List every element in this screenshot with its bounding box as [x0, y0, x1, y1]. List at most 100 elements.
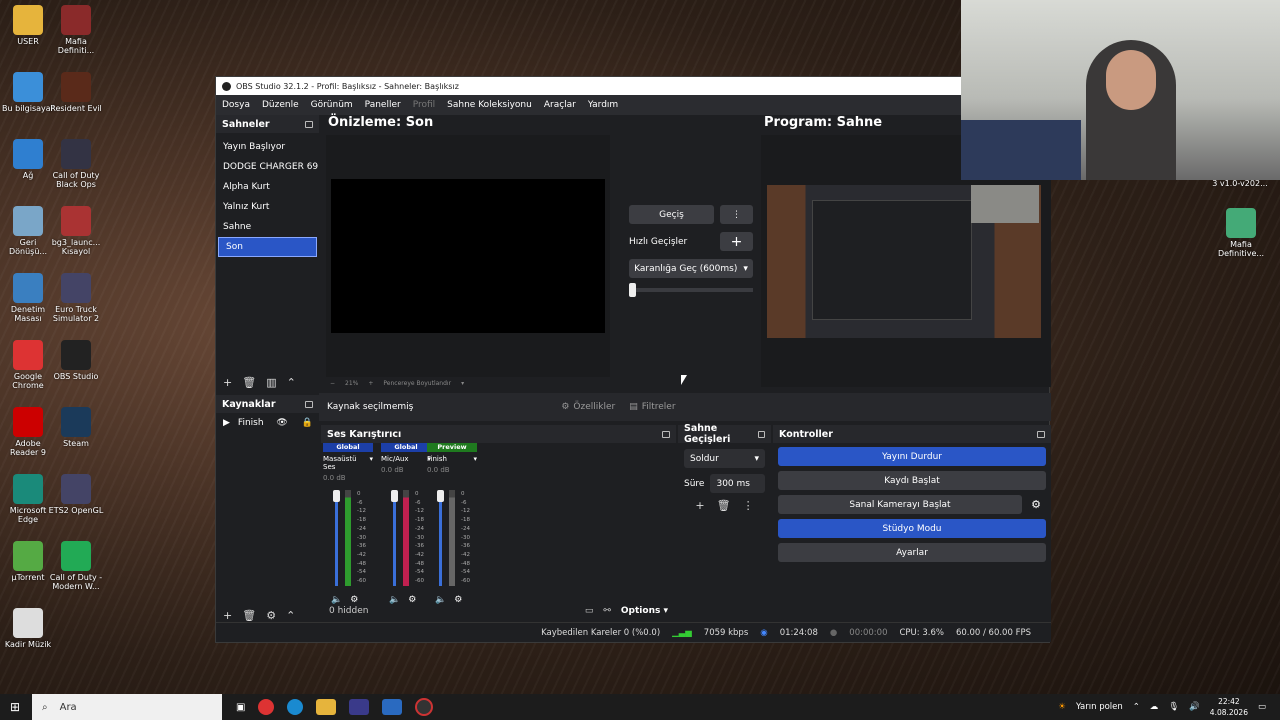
undock-icon[interactable]: [757, 430, 765, 438]
undock-icon[interactable]: [662, 430, 670, 438]
options-button[interactable]: Options ▾: [621, 606, 668, 616]
scene-item[interactable]: Alpha Kurt: [216, 177, 319, 197]
clock[interactable]: 22:42 4.08.2026: [1210, 696, 1248, 718]
trash-icon[interactable]: 🗑: [717, 499, 731, 512]
stop-streaming-button[interactable]: Yayını Durdur: [778, 447, 1046, 466]
scene-item[interactable]: Sahne: [216, 217, 319, 237]
start-recording-button[interactable]: Kaydı Başlat: [778, 471, 1046, 490]
mic-icon[interactable]: 🎙: [1168, 702, 1179, 712]
desktop-icon[interactable]: Kadir Müzik: [0, 608, 56, 649]
undock-icon[interactable]: [305, 120, 313, 128]
filter-icon[interactable]: ▥: [266, 376, 276, 389]
chevron-up-icon[interactable]: ⌃: [1133, 702, 1140, 712]
fader-handle[interactable]: [333, 490, 340, 502]
menu-edit[interactable]: Düzenle: [262, 100, 299, 110]
menu-tools[interactable]: Araçlar: [544, 100, 576, 110]
zoom-mode[interactable]: Pencereye Boyutlandır: [383, 380, 451, 387]
add-icon[interactable]: +: [223, 609, 232, 622]
desktop-icon[interactable]: Steam: [48, 407, 104, 448]
fader-handle[interactable]: [391, 490, 398, 502]
chevron-down-icon[interactable]: ▾: [473, 455, 477, 463]
chevron-down-icon[interactable]: ▾: [461, 380, 464, 387]
meter-scale: 0 -6 -12 -18 -24 -30 -36 -42 -48 -54 -60: [357, 490, 366, 586]
settings-button[interactable]: Ayarlar: [778, 543, 1046, 562]
transition-slider[interactable]: [629, 283, 753, 297]
chevron-down-icon[interactable]: ▾: [369, 455, 373, 471]
channel-name-row[interactable]: Mic/Aux ▾: [381, 455, 431, 463]
transition-type-select[interactable]: Soldur ▾: [684, 449, 765, 468]
obs-taskbar-icon[interactable]: [415, 698, 434, 716]
link-icon[interactable]: ⚯: [603, 606, 611, 616]
scene-transitions-dock: Sahne Geçişleri Soldur ▾ Süre 300 ms + 🗑 …: [678, 423, 771, 624]
menu-view[interactable]: Görünüm: [311, 100, 353, 110]
fade-transition-select[interactable]: Karanlığa Geç (600ms) ▾: [629, 259, 753, 278]
notification-icon[interactable]: ▭: [1258, 702, 1266, 712]
desktop-icon[interactable]: Resident Evil: [48, 72, 104, 113]
desktop-icon[interactable]: OBS Studio: [48, 340, 104, 381]
zoom-out-icon[interactable]: −: [330, 380, 335, 387]
source-item[interactable]: ▶ Finish 👁 🔒: [216, 413, 319, 433]
volume-fader[interactable]: [335, 490, 338, 586]
weather-text[interactable]: Yarın polen: [1076, 702, 1123, 712]
zoom-in-icon[interactable]: +: [368, 380, 373, 387]
volume-fader[interactable]: [393, 490, 396, 586]
add-icon[interactable]: +: [223, 376, 232, 389]
slider-handle[interactable]: [629, 283, 636, 297]
undock-icon[interactable]: [305, 400, 313, 408]
add-icon[interactable]: +: [720, 232, 753, 251]
channel-name-row[interactable]: Finish ▾: [427, 455, 477, 463]
network-icon[interactable]: ☁: [1150, 702, 1159, 712]
fader-handle[interactable]: [437, 490, 444, 502]
properties-button[interactable]: ⚙ Özellikler: [561, 402, 615, 412]
trash-icon[interactable]: 🗑: [242, 609, 256, 622]
taskbar-search[interactable]: ⌕ Ara: [32, 694, 222, 720]
scene-item[interactable]: Yayın Başlıyor: [216, 137, 319, 157]
desktop-icon[interactable]: Euro Truck Simulator 2: [48, 273, 104, 323]
task-view-icon[interactable]: ▣: [236, 702, 245, 713]
transition-button[interactable]: Geçiş: [629, 205, 714, 224]
desktop-icon[interactable]: ETS2 OpenGL: [48, 474, 104, 515]
start-virtual-camera-button[interactable]: Sanal Kamerayı Başlat: [778, 495, 1022, 514]
desktop-icon[interactable]: bg3_launc... Kısayol: [48, 206, 104, 256]
scene-item-selected[interactable]: Son: [218, 237, 317, 257]
speaker-icon[interactable]: 🔊: [1189, 702, 1200, 712]
undock-icon[interactable]: [1037, 430, 1045, 438]
store-icon[interactable]: [349, 699, 370, 715]
add-icon[interactable]: +: [695, 499, 704, 512]
gear-icon[interactable]: ⚙: [1026, 495, 1046, 514]
scene-item[interactable]: DODGE CHARGER 69: [216, 157, 319, 177]
eye-icon[interactable]: 👁: [276, 418, 287, 428]
menu-help[interactable]: Yardım: [588, 100, 618, 110]
menu-file[interactable]: Dosya: [222, 100, 250, 110]
more-icon[interactable]: ⋮: [743, 499, 754, 512]
menu-profile[interactable]: Profil: [413, 100, 435, 110]
file-explorer-icon[interactable]: [316, 699, 337, 715]
desktop-icon[interactable]: Call of Duty Black Ops: [48, 139, 104, 189]
trash-icon[interactable]: 🗑: [242, 376, 256, 389]
channel-name-row[interactable]: Masaüstü Ses ▾: [323, 455, 373, 471]
chrome-taskbar-icon[interactable]: [258, 699, 275, 715]
more-icon[interactable]: ⋮: [720, 205, 753, 224]
preview-canvas[interactable]: [326, 135, 610, 377]
studio-mode-button[interactable]: Stüdyo Modu: [778, 519, 1046, 538]
filters-button[interactable]: ▤ Filtreler: [629, 402, 675, 412]
desktop-icon[interactable]: Mafia Definiti...: [48, 5, 104, 55]
menu-scene-collection[interactable]: Sahne Koleksiyonu: [447, 100, 532, 110]
desktop-icon-label: Call of Duty Black Ops: [52, 171, 100, 189]
chevron-up-icon[interactable]: ⌃: [287, 376, 296, 389]
menu-docks[interactable]: Paneller: [365, 100, 401, 110]
windows-start-icon[interactable]: ⊞: [10, 700, 20, 714]
volume-fader[interactable]: [439, 490, 442, 586]
chevron-up-icon[interactable]: ⌃: [286, 609, 295, 622]
duration-input[interactable]: 300 ms: [710, 474, 765, 493]
desktop-icon[interactable]: Call of Duty - Modern W...: [48, 541, 104, 591]
play-icon[interactable]: ▶: [223, 418, 230, 428]
lock-icon[interactable]: 🔒: [302, 418, 313, 428]
gear-icon[interactable]: ⚙: [266, 609, 276, 622]
outlook-icon[interactable]: [382, 699, 403, 715]
desktop-icon[interactable]: Mafia Definitive...: [1213, 208, 1269, 258]
scene-item[interactable]: Yalnız Kurt: [216, 197, 319, 217]
edge-taskbar-icon[interactable]: [287, 699, 304, 715]
search-icon: ⌕: [42, 701, 48, 713]
layout-icon[interactable]: ▭: [585, 606, 594, 616]
